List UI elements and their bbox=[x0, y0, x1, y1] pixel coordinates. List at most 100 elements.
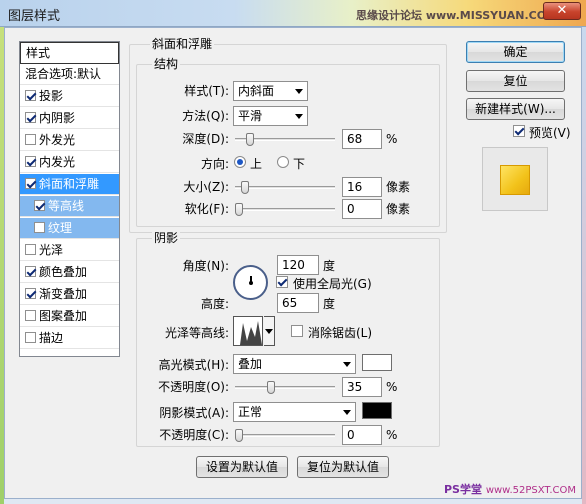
depth-percent-sign: % bbox=[386, 132, 398, 146]
style-item-checkbox[interactable] bbox=[34, 222, 45, 233]
reset-button[interactable]: 复位 bbox=[466, 70, 565, 92]
blending-options-item[interactable]: 混合选项:默认 bbox=[20, 64, 119, 85]
shadow-opacity-label: 不透明度(C): bbox=[159, 428, 229, 442]
contour-curve-icon bbox=[236, 321, 262, 345]
highlight-opacity-thumb[interactable] bbox=[267, 381, 275, 394]
styles-header[interactable]: 样式 bbox=[20, 42, 119, 64]
gloss-contour-picker[interactable] bbox=[233, 316, 263, 346]
direction-down-label: 下 bbox=[293, 157, 306, 171]
shadow-mode-label: 阴影模式(A): bbox=[159, 406, 229, 420]
soften-label: 软化(F): bbox=[184, 202, 229, 216]
style-item-label: 斜面和浮雕 bbox=[39, 177, 100, 191]
style-item-checkbox[interactable] bbox=[25, 288, 36, 299]
depth-label: 深度(D): bbox=[182, 132, 229, 146]
style-item-checkbox[interactable] bbox=[25, 134, 36, 145]
style-item-label: 等高线 bbox=[48, 199, 85, 213]
style-item-checkbox[interactable] bbox=[25, 266, 36, 277]
angle-input[interactable]: 120 bbox=[277, 255, 319, 275]
altitude-input[interactable]: 65 bbox=[277, 293, 319, 313]
style-item-checkbox[interactable] bbox=[25, 178, 36, 189]
size-slider[interactable] bbox=[235, 181, 335, 194]
soften-slider-thumb[interactable] bbox=[235, 203, 243, 216]
style-item-checkbox[interactable] bbox=[25, 332, 36, 343]
style-item-checkbox[interactable] bbox=[34, 200, 45, 211]
global-light-checkbox[interactable] bbox=[276, 276, 288, 288]
soften-input[interactable]: 0 bbox=[342, 199, 382, 219]
style-item-label: 外发光 bbox=[39, 133, 76, 147]
direction-down-radio[interactable] bbox=[277, 156, 289, 168]
new-style-button[interactable]: 新建样式(W)... bbox=[466, 98, 565, 120]
site-logo: PS学堂 www.52PSXT.COM bbox=[444, 481, 576, 497]
style-item-label: 纹理 bbox=[48, 221, 73, 235]
highlight-opacity-percent: % bbox=[386, 380, 398, 394]
shadow-color-swatch[interactable] bbox=[362, 402, 392, 419]
style-item[interactable]: 光泽 bbox=[20, 240, 119, 261]
style-item[interactable]: 投影 bbox=[20, 86, 119, 107]
highlight-mode-value: 叠加 bbox=[238, 357, 263, 371]
shadow-opacity-slider[interactable] bbox=[235, 429, 335, 442]
shadow-mode-select[interactable]: 正常 bbox=[233, 402, 356, 422]
size-input[interactable]: 16 bbox=[342, 177, 382, 197]
style-item-checkbox[interactable] bbox=[25, 90, 36, 101]
soften-slider[interactable] bbox=[235, 203, 335, 216]
style-item-label: 描边 bbox=[39, 331, 64, 345]
anti-aliased-label: 消除锯齿(L) bbox=[308, 326, 373, 340]
preview-checkbox[interactable] bbox=[513, 125, 525, 137]
style-item[interactable]: 内发光 bbox=[20, 152, 119, 173]
highlight-mode-select[interactable]: 叠加 bbox=[233, 354, 356, 374]
angle-dial[interactable] bbox=[233, 265, 268, 300]
highlight-opacity-input[interactable]: 35 bbox=[342, 377, 382, 397]
close-button[interactable]: ✕ bbox=[543, 2, 581, 20]
highlight-opacity-label: 不透明度(O): bbox=[158, 380, 229, 394]
styles-list: 样式 混合选项:默认 投影内阴影外发光内发光斜面和浮雕等高线纹理光泽颜色叠加渐变… bbox=[19, 41, 120, 357]
technique-select[interactable]: 平滑 bbox=[233, 106, 308, 126]
style-item[interactable]: 渐变叠加 bbox=[20, 284, 119, 305]
style-item-checkbox[interactable] bbox=[25, 156, 36, 167]
highlight-opacity-slider[interactable] bbox=[235, 381, 335, 394]
angle-unit: 度 bbox=[323, 259, 336, 273]
chevron-down-icon bbox=[343, 410, 351, 415]
style-item[interactable]: 斜面和浮雕 bbox=[20, 174, 119, 195]
style-item-label: 内发光 bbox=[39, 155, 76, 169]
style-select[interactable]: 内斜面 bbox=[233, 81, 308, 101]
style-item[interactable]: 等高线 bbox=[20, 196, 119, 217]
shadow-mode-value: 正常 bbox=[238, 405, 263, 419]
style-item[interactable]: 纹理 bbox=[20, 218, 119, 239]
style-item[interactable]: 颜色叠加 bbox=[20, 262, 119, 283]
direction-up-radio[interactable] bbox=[234, 156, 246, 168]
ok-button[interactable]: 确定 bbox=[466, 41, 565, 63]
style-item-checkbox[interactable] bbox=[25, 310, 36, 321]
depth-input[interactable]: 68 bbox=[342, 129, 382, 149]
style-item-checkbox[interactable] bbox=[25, 244, 36, 255]
highlight-color-swatch[interactable] bbox=[362, 354, 392, 371]
size-slider-thumb[interactable] bbox=[241, 181, 249, 194]
site-logo-text: PS学堂 bbox=[444, 483, 482, 496]
anti-aliased-checkbox[interactable] bbox=[291, 325, 303, 337]
style-item-label: 颜色叠加 bbox=[39, 265, 88, 279]
shadow-opacity-thumb[interactable] bbox=[235, 429, 243, 442]
shadow-opacity-input[interactable]: 0 bbox=[342, 425, 382, 445]
style-item[interactable]: 描边 bbox=[20, 328, 119, 349]
background-edge-right bbox=[582, 27, 586, 504]
angle-dial-center bbox=[249, 281, 253, 285]
preview-label: 预览(V) bbox=[529, 126, 571, 140]
depth-slider-thumb[interactable] bbox=[246, 133, 254, 146]
style-preview bbox=[482, 147, 548, 211]
style-item[interactable]: 内阴影 bbox=[20, 108, 119, 129]
style-item-label: 投影 bbox=[39, 89, 64, 103]
style-item[interactable]: 图案叠加 bbox=[20, 306, 119, 327]
make-default-button[interactable]: 设置为默认值 bbox=[196, 456, 288, 478]
style-label: 样式(T): bbox=[184, 84, 229, 98]
style-item-checkbox[interactable] bbox=[25, 112, 36, 123]
direction-up-label: 上 bbox=[250, 157, 263, 171]
style-item[interactable]: 外发光 bbox=[20, 130, 119, 151]
chevron-down-icon bbox=[295, 114, 303, 119]
contour-dropdown-button[interactable] bbox=[264, 316, 275, 346]
preview-thumbnail bbox=[500, 165, 530, 195]
angle-label: 角度(N): bbox=[182, 259, 229, 273]
size-label: 大小(Z): bbox=[183, 180, 229, 194]
watermark-text: 思缘设计论坛 www.MISSYUAN.COM bbox=[356, 9, 558, 22]
depth-slider[interactable] bbox=[235, 133, 335, 146]
reset-to-default-button[interactable]: 复位为默认值 bbox=[297, 456, 389, 478]
direction-label: 方向: bbox=[200, 157, 229, 171]
